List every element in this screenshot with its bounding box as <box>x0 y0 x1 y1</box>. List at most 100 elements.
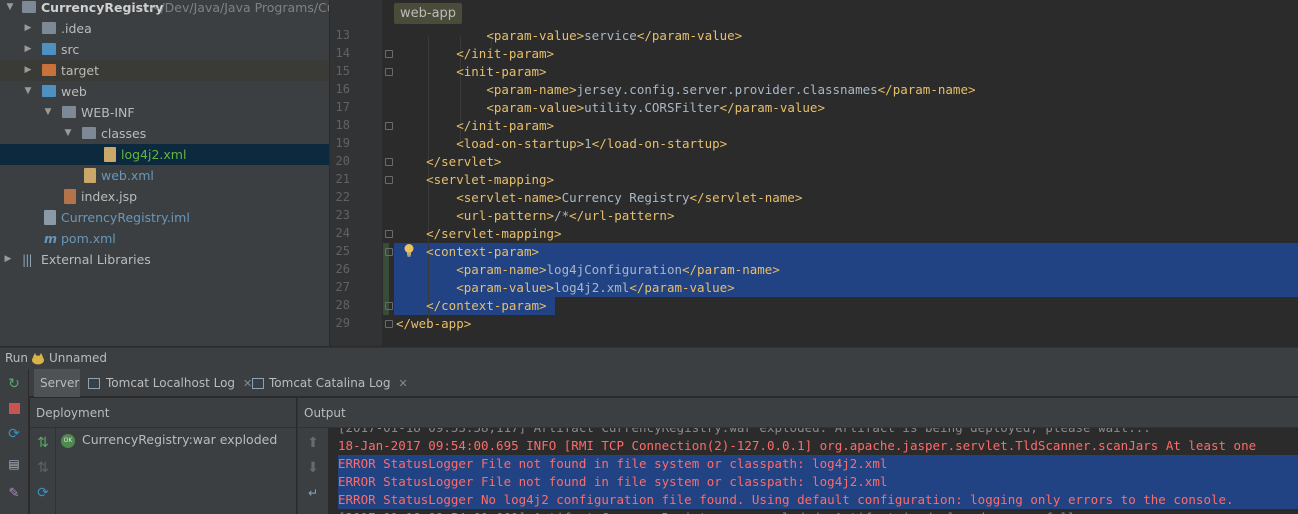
folder-icon <box>22 1 36 13</box>
line-number: 16 <box>335 82 350 96</box>
code-line: </init-param> <box>456 46 555 61</box>
pin-icon[interactable]: ✎ <box>5 485 23 503</box>
fold-marker-icon[interactable] <box>385 50 393 58</box>
console-line: ERROR StatusLogger No log4j2 configurati… <box>338 491 1298 509</box>
project-path: ~/Dev/Java/Java Programs/Currency <box>150 0 329 15</box>
rerun-icon[interactable]: ↻ <box>5 375 23 393</box>
code-line: <init-param> <box>456 64 547 79</box>
line-number: 21 <box>335 172 350 186</box>
deployment-header: Deployment <box>30 398 296 428</box>
line-number: 29 <box>335 316 350 330</box>
run-label: Run <box>5 351 29 365</box>
line-number: 17 <box>335 100 350 114</box>
tree-item-label: pom.xml <box>61 231 116 246</box>
tab-server[interactable]: Server <box>34 369 80 397</box>
fold-marker-icon[interactable] <box>385 248 393 256</box>
tree-item-label: web.xml <box>101 168 154 183</box>
fold-marker-icon[interactable] <box>385 230 393 238</box>
tree-item-log4j2[interactable]: log4j2.xml <box>0 144 329 165</box>
folder-icon <box>82 127 96 139</box>
deployment-item[interactable]: OK CurrencyRegistry:war exploded <box>61 431 277 449</box>
code-line: <context-param> <box>426 244 539 259</box>
tree-item-web-inf[interactable]: ▼ WEB-INF <box>0 102 329 123</box>
console-line: [2017-01-18 09:53:58,117] Artifact Curre… <box>338 428 1151 437</box>
chevron-down-icon[interactable]: ▼ <box>62 123 74 144</box>
fold-marker-icon[interactable] <box>385 122 393 130</box>
update-icon[interactable]: ⟳ <box>5 425 23 443</box>
line-number: 26 <box>335 262 350 276</box>
fold-marker-icon[interactable] <box>385 176 393 184</box>
chevron-right-icon[interactable]: ▶ <box>2 249 14 270</box>
tree-item-web[interactable]: ▼ web <box>0 81 329 102</box>
chevron-right-icon[interactable]: ▶ <box>22 60 34 81</box>
code-line: <load-on-startup>1</load-on-startup> <box>456 136 728 151</box>
chevron-right-icon[interactable]: ▶ <box>22 18 34 39</box>
chevron-down-icon[interactable]: ▼ <box>22 81 34 102</box>
tree-item-label: index.jsp <box>81 189 138 204</box>
code-line: <param-name>jersey.config.server.provide… <box>486 82 976 97</box>
close-icon[interactable]: ✕ <box>398 377 407 390</box>
console-line: ERROR StatusLogger File not found in fil… <box>338 473 1298 491</box>
layout-icon[interactable]: ▤ <box>5 455 23 473</box>
stop-icon[interactable] <box>5 400 23 418</box>
project-tree: ▼ CurrencyRegistry ~/Dev/Java/Java Progr… <box>0 0 329 346</box>
undeploy-icon[interactable]: ⇅ <box>34 459 52 477</box>
code-line: <param-value>utility.CORSFilter</param-v… <box>486 100 825 115</box>
tree-item-root[interactable]: ▼ CurrencyRegistry ~/Dev/Java/Java Progr… <box>0 0 329 18</box>
code-editor[interactable]: web-app 13 <param-value>service</param-v… <box>330 0 1298 346</box>
line-number: 14 <box>335 46 350 60</box>
tab-tomcat-localhost-log[interactable]: Tomcat Localhost Log ✕ <box>86 369 252 397</box>
libraries-icon: ||| <box>22 252 33 267</box>
console-output[interactable]: [2017-01-18 09:53:58,117] Artifact Curre… <box>298 428 1298 514</box>
console-line: 18-Jan-2017 09:54:00.695 INFO [RMI TCP C… <box>338 438 1257 453</box>
tree-item-label: CurrencyRegistry.iml <box>61 210 190 225</box>
output-header: Output <box>298 398 1298 428</box>
code-line: <url-pattern>/*</url-pattern> <box>456 208 675 223</box>
fold-marker-icon[interactable] <box>385 158 393 166</box>
fold-marker-icon[interactable] <box>385 68 393 76</box>
chevron-right-icon[interactable]: ▶ <box>22 39 34 60</box>
deployment-toolbar: ⇅ ⇅ ⟳ <box>30 428 56 514</box>
breadcrumb[interactable]: web-app <box>394 3 463 24</box>
tree-item-label: src <box>61 42 80 57</box>
chevron-down-icon[interactable]: ▼ <box>42 102 54 123</box>
tree-item-src[interactable]: ▶ src <box>0 39 329 60</box>
line-number: 19 <box>335 136 350 150</box>
deployment-panel: Deployment ⇅ ⇅ ⟳ OK CurrencyRegistry:war… <box>30 398 296 514</box>
console-line: [2017-01-18 09:54:01,001] Artifact Curre… <box>338 509 1083 514</box>
output-panel: Output ⬆ ⬇ ↵ [2017-01-18 09:53:58,117] A… <box>297 398 1298 514</box>
line-number: 18 <box>335 118 350 132</box>
code-line: </context-param> <box>426 298 547 313</box>
refresh-icon[interactable]: ⟳ <box>34 484 52 502</box>
tree-item-web-xml[interactable]: web.xml <box>0 165 329 186</box>
tree-item-classes[interactable]: ▼ classes <box>0 123 329 144</box>
deploy-icon[interactable]: ⇅ <box>34 434 52 452</box>
folder-icon <box>62 106 76 118</box>
line-number: 15 <box>335 64 350 78</box>
jsp-file-icon <box>64 189 76 204</box>
tab-label: Tomcat Localhost Log <box>106 376 236 390</box>
folder-icon <box>42 85 56 97</box>
console-line: ERROR StatusLogger File not found in fil… <box>338 455 1298 473</box>
run-toolwindow-header: Run Unnamed <box>0 347 1298 369</box>
tree-item-iml[interactable]: CurrencyRegistry.iml <box>0 207 329 228</box>
xml-file-icon <box>84 168 96 183</box>
xml-file-icon <box>104 147 116 162</box>
code-line: </init-param> <box>456 118 555 133</box>
log-icon <box>88 378 100 389</box>
line-number: 23 <box>335 208 350 222</box>
fold-marker-icon[interactable] <box>385 320 393 328</box>
chevron-down-icon[interactable]: ▼ <box>4 0 16 18</box>
tree-item-index-jsp[interactable]: index.jsp <box>0 186 329 207</box>
code-line: <servlet-mapping> <box>426 172 555 187</box>
fold-marker-icon[interactable] <box>385 302 393 310</box>
tree-item-idea[interactable]: ▶ .idea <box>0 18 329 39</box>
log-icon <box>252 378 264 389</box>
tree-item-target[interactable]: ▶ target <box>0 60 329 81</box>
tree-item-label: log4j2.xml <box>121 147 187 162</box>
tree-item-pom[interactable]: m pom.xml <box>0 228 329 249</box>
tab-tomcat-catalina-log[interactable]: Tomcat Catalina Log ✕ <box>250 369 408 397</box>
line-number: 22 <box>335 190 350 204</box>
tree-item-external-libraries[interactable]: ▶ ||| External Libraries <box>0 249 329 270</box>
folder-icon <box>42 43 56 55</box>
